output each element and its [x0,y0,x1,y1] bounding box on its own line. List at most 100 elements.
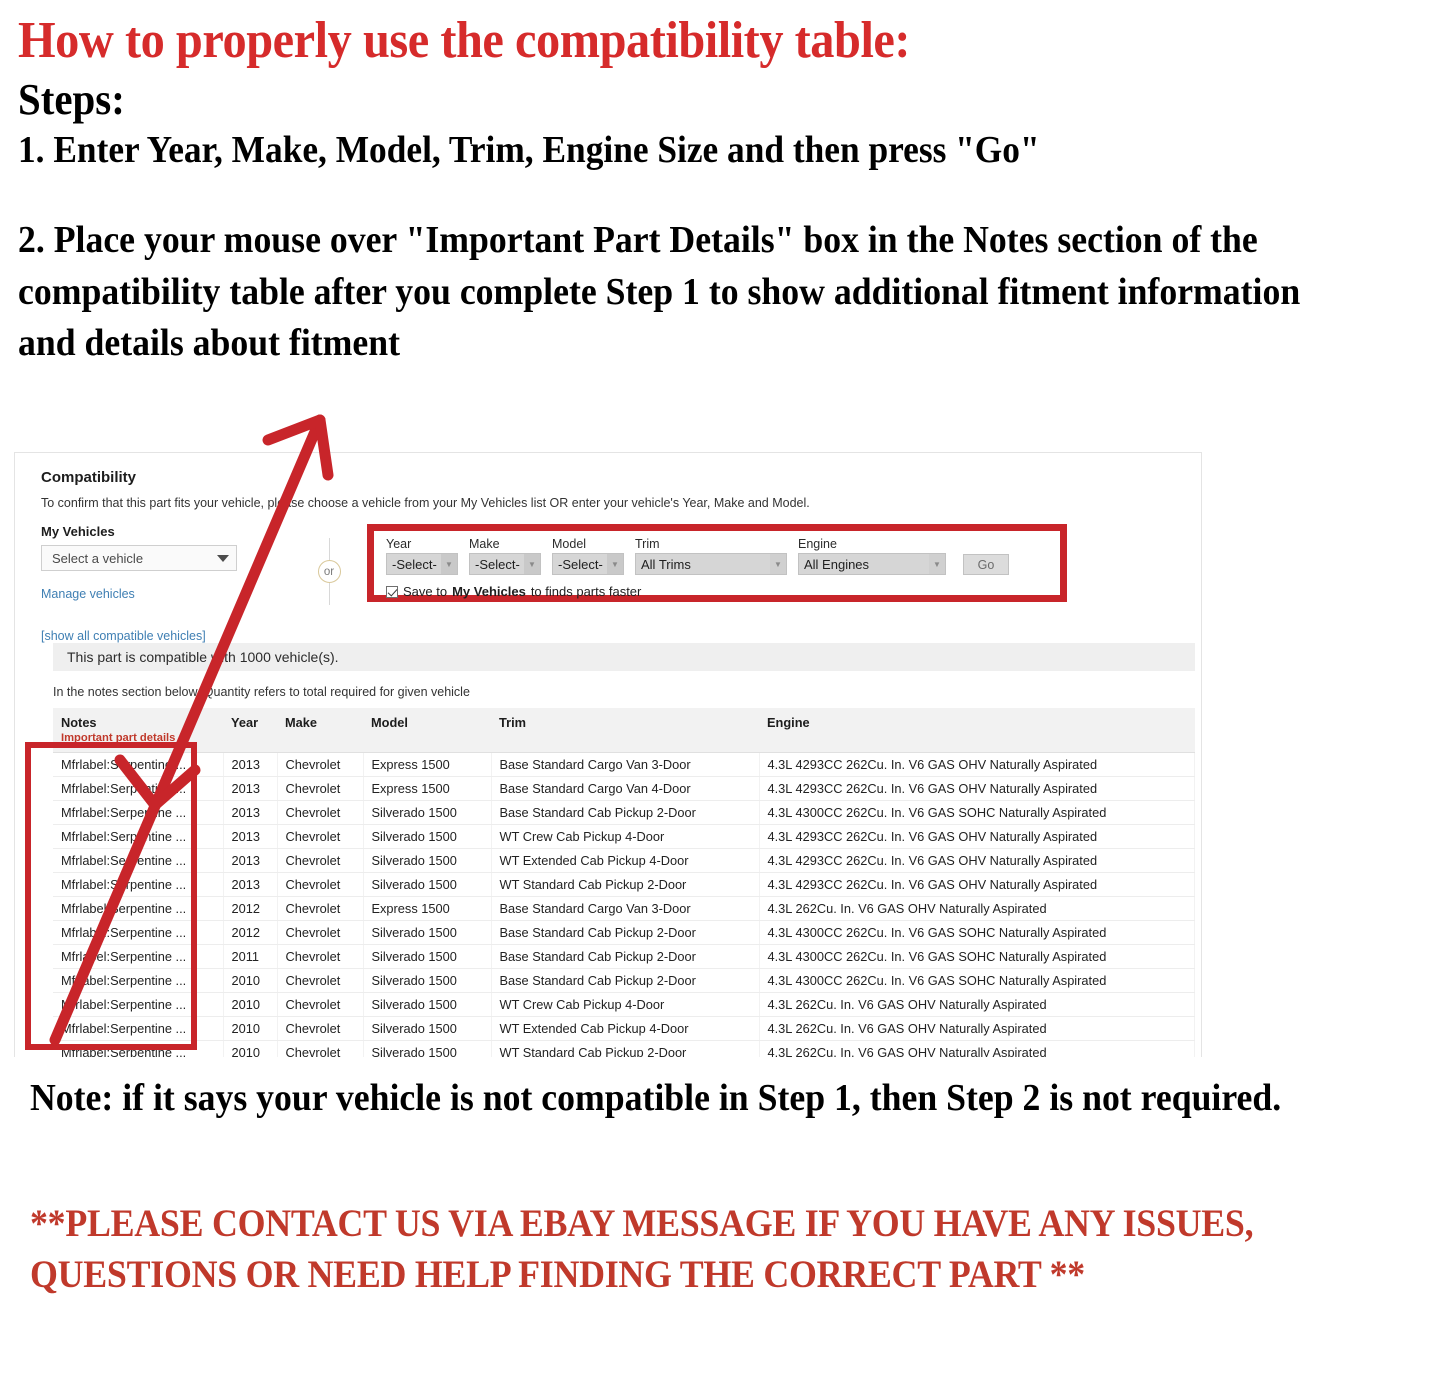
column-header-notes[interactable]: Notes Important part details [53,708,223,753]
page-title: How to properly use the compatibility ta… [18,12,911,69]
make-label: Make [469,537,500,551]
table-header: Notes Important part details Year Make M… [53,708,1195,753]
cell-trim: Base Standard Cargo Van 4-Door [491,776,760,801]
step-1-text: 1. Enter Year, Make, Model, Trim, Engine… [18,128,1040,171]
make-select[interactable]: -Select- ▼ [469,553,541,575]
cell-notes: Mfrlabel:Serpentine ... [53,896,224,921]
engine-select[interactable]: All Engines ▼ [798,553,946,575]
table-body: Mfrlabel:Serpentine ... 2013 Chevrolet Expr… [53,752,1195,1057]
cell-year: 2010 [223,968,278,993]
cell-trim: WT Standard Cab Pickup 2-Door [491,872,760,897]
table-row: Mfrlabel:Serpentine ... 2013 Chevrolet Silv… [53,872,1195,897]
cell-year: 2012 [223,920,278,945]
cell-trim: Base Standard Cab Pickup 2-Door [491,968,760,993]
table-header-row: Notes Important part details Year Make M… [53,708,1195,753]
cell-year: 2012 [223,896,278,921]
cell-engine: 4.3L 262Cu. In. V6 GAS OHV Naturally Asp… [759,896,1195,921]
column-header-year[interactable]: Year [223,708,277,753]
cell-engine: 4.3L 262Cu. In. V6 GAS OHV Naturally Asp… [759,1016,1195,1041]
cell-make: Chevrolet [277,1016,364,1041]
cell-notes: Mfrlabel:Serpentine ... [53,752,224,777]
cell-model: Silverado 1500 [363,848,492,873]
compatibility-table: Notes Important part details Year Make M… [53,708,1195,1057]
save-bold-label: My Vehicles [452,584,526,599]
cell-trim: WT Extended Cab Pickup 4-Door [491,1016,760,1041]
cell-notes: Mfrlabel:Serpentine ... [53,848,224,873]
engine-label: Engine [798,537,837,551]
notes-quantity-hint: In the notes section below, Quantity ref… [53,685,470,699]
cell-engine: 4.3L 4293CC 262Cu. In. V6 GAS OHV Natura… [759,752,1195,777]
chevron-down-icon [217,554,229,562]
cell-make: Chevrolet [277,1040,364,1057]
cell-engine: 4.3L 4300CC 262Cu. In. V6 GAS SOHC Natur… [759,800,1195,825]
column-header-make[interactable]: Make [277,708,363,753]
cell-year: 2010 [223,1040,278,1057]
cell-trim: WT Crew Cab Pickup 4-Door [491,992,760,1017]
engine-select-group: Engine All Engines ▼ [798,537,946,575]
my-vehicles-label: My Vehicles [41,524,115,539]
cell-year: 2010 [223,992,278,1017]
model-select[interactable]: -Select- ▼ [552,553,624,575]
table-row: Mfrlabel:Serpentine ... 2013 Chevrolet Silv… [53,848,1195,873]
compatibility-subtitle: To confirm that this part fits your vehi… [41,496,810,510]
model-select-group: Model -Select- ▼ [552,537,624,575]
my-vehicles-section: My Vehicles Select a vehicle Manage vehi… [41,524,291,643]
cell-model: Silverado 1500 [363,968,492,993]
cell-model: Silverado 1500 [363,824,492,849]
cell-make: Chevrolet [277,776,364,801]
manage-vehicles-link[interactable]: Manage vehicles [41,587,291,601]
or-line-top [328,538,330,560]
cell-trim: Base Standard Cab Pickup 2-Door [491,920,760,945]
trim-select[interactable]: All Trims ▼ [635,553,787,575]
year-select-group: Year -Select- ▼ [386,537,458,575]
column-header-engine[interactable]: Engine [759,708,1195,753]
or-badge: or [317,560,341,583]
finder-selects: Year -Select- ▼ Make -Select- ▼ Model -S… [386,537,1050,575]
vehicle-finder-row: My Vehicles Select a vehicle Manage vehi… [41,524,1187,643]
cell-make: Chevrolet [277,920,364,945]
cell-year: 2013 [223,752,278,777]
model-select-value: -Select- [558,556,603,572]
year-label: Year [386,537,412,551]
my-vehicles-select[interactable]: Select a vehicle [41,545,237,571]
cell-engine: 4.3L 4300CC 262Cu. In. V6 GAS SOHC Natur… [759,968,1195,993]
cell-model: Silverado 1500 [363,800,492,825]
make-select-value: -Select- [475,556,520,572]
cell-engine: 4.3L 4293CC 262Cu. In. V6 GAS OHV Natura… [759,848,1195,873]
cell-notes: Mfrlabel:Serpentine ... [53,1016,224,1041]
cell-engine: 4.3L 262Cu. In. V6 GAS OHV Naturally Asp… [759,992,1195,1017]
cell-year: 2010 [223,1016,278,1041]
cell-make: Chevrolet [277,896,364,921]
compatibility-summary-bar: This part is compatible with 1000 vehicl… [53,643,1195,671]
cell-make: Chevrolet [277,968,364,993]
column-header-model[interactable]: Model [363,708,491,753]
save-to-my-vehicles-row[interactable]: Save to My Vehicles to finds parts faste… [386,584,1050,599]
chevron-down-icon: ▼ [607,554,623,574]
save-prefix-label: Save to [403,584,448,599]
cell-model: Express 1500 [363,896,492,921]
column-header-trim[interactable]: Trim [491,708,759,753]
cell-notes: Mfrlabel:Serpentine ... [53,872,224,897]
year-select[interactable]: -Select- ▼ [386,553,458,575]
cell-year: 2013 [223,848,278,873]
trim-label: Trim [635,537,660,551]
compatibility-title: Compatibility [41,469,137,486]
cell-make: Chevrolet [277,992,364,1017]
make-select-group: Make -Select- ▼ [469,537,541,575]
table-row: Mfrlabel:Serpentine ... 2010 Chevrolet Silv… [53,1040,1195,1057]
show-all-compatible-vehicles-link[interactable]: [show all compatible vehicles] [41,629,291,643]
cell-model: Silverado 1500 [363,920,492,945]
save-vehicle-checkbox[interactable] [386,585,398,598]
cell-engine: 4.3L 262Cu. In. V6 GAS OHV Naturally Asp… [759,1040,1195,1057]
cell-notes: Mfrlabel:Serpentine ... [53,992,224,1017]
cell-trim: WT Extended Cab Pickup 4-Door [491,848,760,873]
table-row: Mfrlabel:Serpentine ... 2013 Chevrolet Silv… [53,824,1195,849]
steps-label: Steps: [18,74,125,124]
my-vehicles-select-value: Select a vehicle [52,550,144,566]
cell-model: Express 1500 [363,752,492,777]
table-row: Mfrlabel:Serpentine ... 2010 Chevrolet Silv… [53,992,1195,1017]
cell-notes: Mfrlabel:Serpentine ... [53,920,224,945]
cell-trim: WT Crew Cab Pickup 4-Door [491,824,760,849]
go-button[interactable]: Go [963,554,1009,575]
cell-notes: Mfrlabel:Serpentine ... [53,824,224,849]
